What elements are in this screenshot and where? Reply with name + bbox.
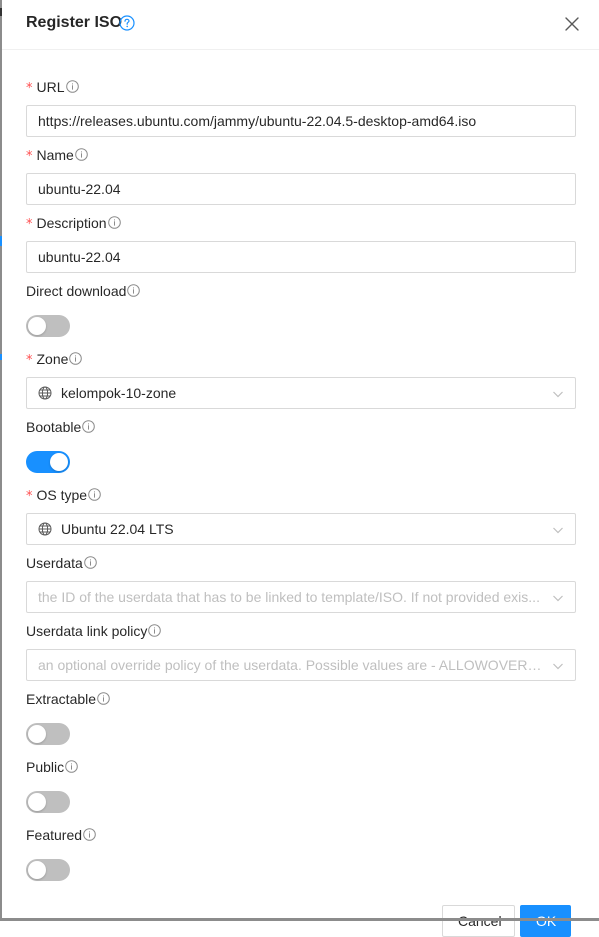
userdata-link-policy-placeholder: an optional override policy of the userd… bbox=[38, 657, 545, 673]
required-mark: * bbox=[26, 217, 33, 232]
background-page-edge bbox=[0, 0, 2, 921]
os-type-select[interactable]: Ubuntu 22.04 LTS bbox=[26, 513, 576, 545]
background-mark bbox=[0, 236, 2, 246]
os-type-selected-value: Ubuntu 22.04 LTS bbox=[61, 521, 174, 537]
info-circle-icon bbox=[65, 80, 79, 93]
info-circle-icon bbox=[83, 828, 96, 841]
background-mark bbox=[0, 354, 2, 360]
extractable-switch[interactable] bbox=[26, 723, 70, 745]
public-switch[interactable] bbox=[26, 791, 70, 813]
info-circle-icon bbox=[127, 284, 141, 297]
switch-knob bbox=[28, 793, 46, 811]
chevron-down-icon bbox=[553, 391, 563, 398]
globe-icon bbox=[38, 386, 52, 400]
chevron-down-icon bbox=[553, 527, 563, 534]
zone-selected-value: kelompok-10-zone bbox=[61, 385, 177, 401]
question-circle-icon[interactable] bbox=[119, 15, 135, 31]
bootable-switch[interactable] bbox=[26, 451, 70, 473]
info-circle-icon bbox=[88, 488, 101, 501]
os-type-label: * OS type bbox=[26, 487, 101, 505]
description-label-text: Description bbox=[36, 215, 107, 231]
switch-knob bbox=[28, 317, 46, 335]
userdata-link-policy-select[interactable]: an optional override policy of the userd… bbox=[26, 649, 576, 681]
switch-knob bbox=[50, 453, 68, 471]
modal-title: Register ISO bbox=[26, 14, 123, 31]
description-input[interactable]: ubuntu-22.04 bbox=[26, 241, 576, 273]
userdata-select[interactable]: the ID of the userdata that has to be li… bbox=[26, 581, 576, 613]
switch-knob bbox=[28, 725, 46, 743]
modal-header: Register ISO bbox=[2, 0, 599, 50]
direct-download-label: Direct download bbox=[26, 283, 141, 299]
name-input[interactable]: ubuntu-22.04 bbox=[26, 173, 576, 205]
info-circle-icon bbox=[84, 556, 97, 569]
chevron-down-icon bbox=[553, 595, 563, 602]
zone-label: * Zone bbox=[26, 351, 83, 369]
required-mark: * bbox=[26, 149, 33, 164]
info-circle-icon bbox=[97, 692, 110, 705]
public-label-text: Public bbox=[26, 759, 65, 775]
required-mark: * bbox=[26, 489, 33, 504]
public-label: Public bbox=[26, 759, 78, 775]
name-label-text: Name bbox=[36, 147, 74, 163]
ok-button[interactable]: OK bbox=[520, 905, 571, 937]
extractable-label: Extractable bbox=[26, 691, 110, 707]
zone-select[interactable]: kelompok-10-zone bbox=[26, 377, 576, 409]
zone-label-text: Zone bbox=[36, 351, 69, 367]
url-label: * URL bbox=[26, 79, 79, 97]
extractable-label-text: Extractable bbox=[26, 691, 97, 707]
bootable-label: Bootable bbox=[26, 419, 96, 435]
userdata-label: Userdata bbox=[26, 555, 97, 571]
info-circle-icon bbox=[148, 624, 162, 637]
required-mark: * bbox=[26, 353, 33, 368]
info-circle-icon bbox=[75, 148, 88, 161]
userdata-placeholder: the ID of the userdata that has to be li… bbox=[38, 589, 540, 605]
url-label-text: URL bbox=[36, 79, 65, 95]
switch-knob bbox=[28, 861, 46, 879]
info-circle-icon bbox=[69, 352, 83, 365]
close-icon[interactable] bbox=[563, 15, 581, 33]
info-circle-icon bbox=[107, 216, 121, 229]
bootable-label-text: Bootable bbox=[26, 419, 82, 435]
os-type-label-text: OS type bbox=[36, 487, 88, 503]
featured-label-text: Featured bbox=[26, 827, 83, 843]
userdata-label-text: Userdata bbox=[26, 555, 83, 571]
userdata-link-policy-label-text: Userdata link policy bbox=[26, 623, 148, 639]
info-circle-icon bbox=[65, 760, 78, 773]
description-label: * Description bbox=[26, 215, 121, 233]
featured-label: Featured bbox=[26, 827, 96, 843]
featured-switch[interactable] bbox=[26, 859, 70, 881]
info-circle-icon bbox=[82, 420, 96, 433]
cancel-button[interactable]: Cancel bbox=[442, 905, 515, 937]
direct-download-switch[interactable] bbox=[26, 315, 70, 337]
name-label: * Name bbox=[26, 147, 88, 165]
required-mark: * bbox=[26, 81, 33, 96]
direct-download-label-text: Direct download bbox=[26, 283, 127, 299]
userdata-link-policy-label: Userdata link policy bbox=[26, 623, 162, 639]
chevron-down-icon bbox=[553, 663, 563, 670]
globe-icon bbox=[38, 522, 52, 536]
url-input[interactable]: https://releases.ubuntu.com/jammy/ubuntu… bbox=[26, 105, 576, 137]
